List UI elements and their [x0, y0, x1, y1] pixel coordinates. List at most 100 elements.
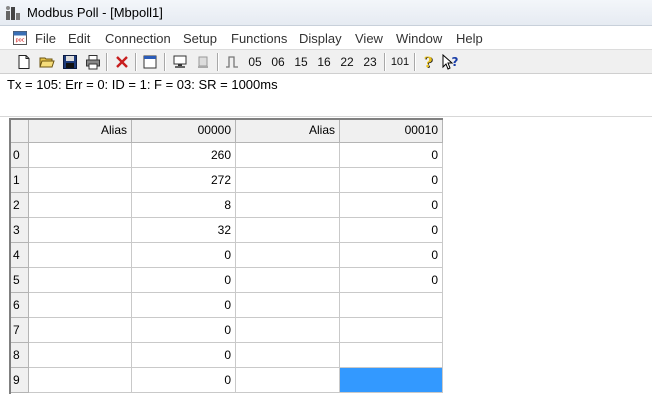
pulse-button[interactable]	[222, 52, 242, 72]
function-05-button[interactable]: 05	[245, 52, 265, 72]
function-23-button[interactable]: 23	[360, 52, 380, 72]
alias-cell[interactable]	[29, 168, 132, 193]
row-header[interactable]: 9	[9, 368, 29, 393]
row-header[interactable]: 6	[9, 293, 29, 318]
window-icon	[143, 55, 157, 69]
register-value-cell[interactable]	[340, 343, 443, 368]
menu-window[interactable]: Window	[396, 31, 442, 46]
save-button[interactable]	[60, 52, 80, 72]
alias-cell[interactable]	[236, 343, 340, 368]
delete-button[interactable]	[112, 52, 132, 72]
svg-text:poc: poc	[16, 38, 25, 44]
function-22-button[interactable]: 22	[337, 52, 357, 72]
disconnect-icon	[198, 56, 208, 68]
alias-cell[interactable]	[29, 143, 132, 168]
alias-cell[interactable]	[29, 243, 132, 268]
alias-cell[interactable]	[29, 268, 132, 293]
register-value-cell[interactable]: 8	[132, 193, 236, 218]
alias-cell[interactable]	[236, 168, 340, 193]
selected-cell[interactable]	[340, 368, 443, 393]
menu-view[interactable]: View	[355, 31, 383, 46]
register-value-cell[interactable]: 32	[132, 218, 236, 243]
menu-help[interactable]: Help	[456, 31, 483, 46]
register-value-cell[interactable]: 0	[340, 168, 443, 193]
title-bar: Modbus Poll - [Mbpoll1]	[0, 0, 652, 26]
register-value-cell[interactable]: 0	[340, 243, 443, 268]
alias-cell[interactable]	[236, 368, 340, 393]
menu-setup[interactable]: Setup	[183, 31, 217, 46]
communication-traffic-button[interactable]: 101	[388, 52, 412, 72]
alias-cell[interactable]	[236, 293, 340, 318]
printer-icon	[86, 55, 100, 70]
toolbar-separator	[217, 53, 219, 71]
register-value-cell[interactable]: 0	[340, 193, 443, 218]
register-value-cell[interactable]: 0	[340, 143, 443, 168]
menu-connection[interactable]: Connection	[105, 31, 171, 46]
toolbar-separator	[164, 53, 166, 71]
register-value-cell[interactable]: 260	[132, 143, 236, 168]
column-header-alias[interactable]: Alias	[236, 118, 340, 143]
toolbar-separator	[414, 53, 416, 71]
data-grid: Alias 00000 Alias 00010 0 260 0 1 272 0 2 8 0 3 32…	[9, 118, 443, 394]
alias-cell[interactable]	[236, 268, 340, 293]
alias-cell[interactable]	[236, 218, 340, 243]
row-header[interactable]: 7	[9, 318, 29, 343]
connect-button[interactable]	[170, 52, 190, 72]
register-value-cell[interactable]: 0	[132, 268, 236, 293]
alias-cell[interactable]	[29, 318, 132, 343]
row-header[interactable]: 0	[9, 143, 29, 168]
toolbar-separator	[384, 53, 386, 71]
alias-cell[interactable]	[236, 243, 340, 268]
status-line: Tx = 105: Err = 0: ID = 1: F = 03: SR = …	[7, 77, 278, 92]
register-value-cell[interactable]	[340, 318, 443, 343]
new-button[interactable]	[14, 52, 34, 72]
alias-cell[interactable]	[29, 293, 132, 318]
menu-file[interactable]: File	[35, 31, 56, 46]
column-header-address[interactable]: 00010	[340, 118, 443, 143]
open-folder-icon	[39, 57, 55, 68]
register-value-cell[interactable]: 0	[132, 368, 236, 393]
divider	[0, 116, 652, 117]
context-help-button[interactable]: ?	[441, 52, 461, 72]
menu-functions[interactable]: Functions	[231, 31, 287, 46]
menu-display[interactable]: Display	[299, 31, 342, 46]
alias-cell[interactable]	[29, 218, 132, 243]
column-header-alias[interactable]: Alias	[29, 118, 132, 143]
document-icon[interactable]: poc	[12, 30, 28, 46]
about-button[interactable]: ? ?	[419, 52, 439, 72]
function-15-button[interactable]: 15	[291, 52, 311, 72]
open-button[interactable]	[37, 52, 57, 72]
register-value-cell[interactable]: 0	[132, 243, 236, 268]
alias-cell[interactable]	[29, 368, 132, 393]
row-header[interactable]: 4	[9, 243, 29, 268]
register-value-cell[interactable]: 0	[132, 293, 236, 318]
row-header[interactable]: 1	[9, 168, 29, 193]
row-header[interactable]: 3	[9, 218, 29, 243]
alias-cell[interactable]	[29, 343, 132, 368]
alias-cell[interactable]	[236, 193, 340, 218]
window-button[interactable]	[140, 52, 160, 72]
print-button[interactable]	[83, 52, 103, 72]
register-value-cell[interactable]	[340, 293, 443, 318]
register-value-cell[interactable]: 0	[340, 268, 443, 293]
disconnect-button[interactable]	[193, 52, 213, 72]
register-value-cell[interactable]: 0	[132, 343, 236, 368]
window-title: Modbus Poll - [Mbpoll1]	[27, 5, 163, 20]
row-header[interactable]: 8	[9, 343, 29, 368]
function-16-button[interactable]: 16	[314, 52, 334, 72]
row-header[interactable]: 5	[9, 268, 29, 293]
alias-cell[interactable]	[29, 193, 132, 218]
corner-header[interactable]	[9, 118, 29, 143]
modbus-app-icon	[6, 6, 20, 20]
alias-cell[interactable]	[236, 143, 340, 168]
register-value-cell[interactable]: 0	[340, 218, 443, 243]
new-file-icon	[18, 55, 30, 69]
alias-cell[interactable]	[236, 318, 340, 343]
menu-edit[interactable]: Edit	[68, 31, 90, 46]
register-value-cell[interactable]: 272	[132, 168, 236, 193]
column-header-address[interactable]: 00000	[132, 118, 236, 143]
register-value-cell[interactable]: 0	[132, 318, 236, 343]
svg-text:?: ?	[452, 55, 459, 69]
function-06-button[interactable]: 06	[268, 52, 288, 72]
row-header[interactable]: 2	[9, 193, 29, 218]
